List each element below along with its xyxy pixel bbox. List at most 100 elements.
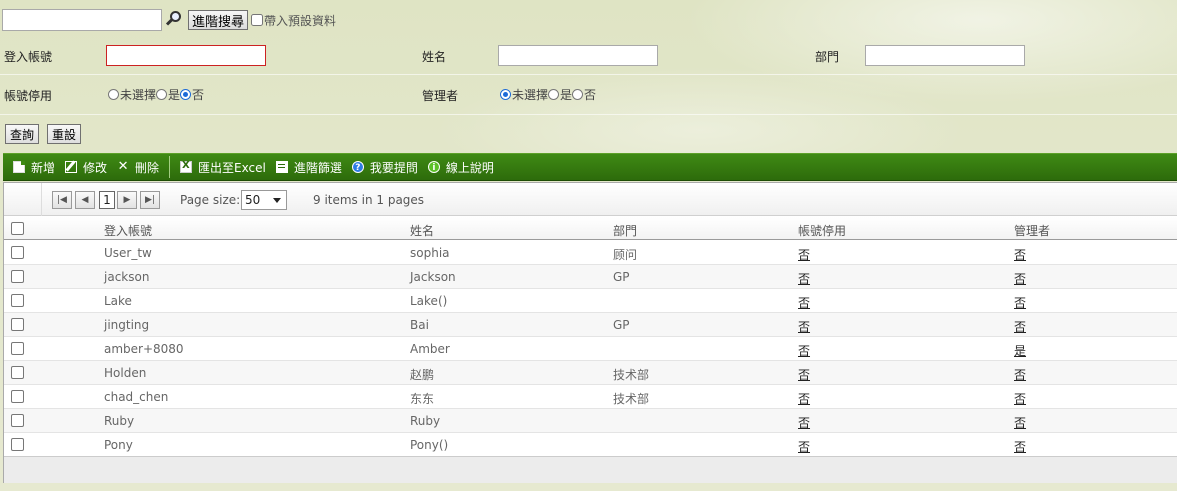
filter-icon	[275, 161, 288, 173]
row-divider	[0, 74, 1177, 75]
ask-question-label: 我要提問	[369, 160, 418, 175]
cell-disabled[interactable]: 否	[798, 246, 810, 263]
cell-admin[interactable]: 否	[1014, 270, 1026, 287]
export-excel-button[interactable]: 匯出至Excel	[180, 159, 266, 176]
row-divider	[0, 114, 1177, 115]
cell-admin[interactable]: 是	[1014, 342, 1026, 359]
cell-account: amber+8080	[104, 342, 184, 356]
first-page-button[interactable]: |◀	[52, 191, 72, 209]
cell-disabled[interactable]: 否	[798, 414, 810, 431]
department-field[interactable]	[865, 45, 1025, 66]
reset-button[interactable]: 重設	[47, 124, 82, 144]
account-disabled-radio-group: 未選擇 是 否	[108, 86, 204, 103]
cell-admin[interactable]: 否	[1014, 318, 1026, 335]
online-help-button[interactable]: i 線上說明	[427, 159, 494, 176]
name-label: 姓名	[422, 50, 447, 64]
account-disabled-radio-yes[interactable]	[156, 89, 168, 100]
table-row[interactable]: User_tw sophia 顾问 否 否	[4, 241, 1177, 265]
include-defaults-checkbox[interactable]	[251, 14, 264, 26]
cell-disabled[interactable]: 否	[798, 390, 810, 407]
row-checkbox[interactable]	[11, 246, 24, 259]
select-all-checkbox[interactable]	[11, 222, 24, 235]
current-page-number[interactable]: 1	[99, 191, 115, 209]
toolbar-separator	[169, 156, 171, 178]
column-header-name[interactable]: 姓名	[410, 222, 434, 239]
edit-button[interactable]: 修改	[65, 159, 107, 176]
cell-name: 赵鹏	[410, 368, 435, 382]
admin-radio-unselected[interactable]	[500, 89, 511, 100]
cell-admin[interactable]: 否	[1014, 294, 1026, 311]
cell-disabled[interactable]: 否	[798, 318, 810, 335]
search-input[interactable]	[2, 9, 162, 31]
radio-label: 否	[584, 88, 597, 102]
cell-disabled[interactable]: 否	[798, 342, 810, 359]
row-checkbox[interactable]	[11, 390, 24, 403]
row-checkbox[interactable]	[11, 438, 24, 451]
row-checkbox[interactable]	[11, 318, 24, 331]
advanced-filter-button[interactable]: 進階篩選	[275, 159, 342, 176]
advanced-search-button[interactable]: 進階搜尋	[188, 10, 249, 30]
login-account-field[interactable]	[106, 45, 266, 66]
cell-disabled[interactable]: 否	[798, 438, 810, 455]
table-row[interactable]: chad_chen 东东 技术部 否 否	[4, 385, 1177, 409]
admin-label: 管理者	[422, 89, 459, 103]
cell-admin[interactable]: 否	[1014, 414, 1026, 431]
last-page-button[interactable]: ▶|	[140, 191, 160, 209]
row-checkbox[interactable]	[11, 294, 24, 307]
admin-radio-no[interactable]	[572, 89, 584, 100]
edit-pencil-icon	[65, 161, 78, 173]
prev-page-button[interactable]: ◀	[75, 191, 95, 209]
cell-admin[interactable]: 否	[1014, 246, 1026, 263]
excel-icon	[180, 160, 193, 173]
column-header-account[interactable]: 登入帳號	[104, 222, 152, 239]
cell-name: 东东	[410, 392, 435, 406]
next-page-button[interactable]: ▶	[117, 191, 137, 209]
cell-account: jingting	[104, 318, 150, 332]
export-excel-label: 匯出至Excel	[198, 160, 266, 175]
name-field[interactable]	[498, 45, 658, 66]
question-icon: ?	[351, 161, 364, 173]
row-checkbox[interactable]	[11, 342, 24, 355]
cell-account: Ruby	[104, 414, 135, 428]
row-checkbox[interactable]	[11, 414, 24, 427]
table-row[interactable]: Holden 赵鹏 技术部 否 否	[4, 361, 1177, 385]
account-disabled-radio-unselected[interactable]	[108, 89, 119, 100]
cell-admin[interactable]: 否	[1014, 366, 1026, 383]
table-row[interactable]: amber+8080 Amber 否 是	[4, 337, 1177, 361]
pager-summary: 9 items in 1 pages	[313, 193, 425, 207]
query-button[interactable]: 查詢	[5, 124, 40, 144]
table-row[interactable]: Pony Pony() 否 否	[4, 433, 1177, 457]
column-header-disabled[interactable]: 帳號停用	[798, 222, 846, 239]
include-defaults-checkbox-wrap[interactable]: 帶入預設資料	[251, 12, 336, 29]
account-disabled-radio-no[interactable]	[180, 89, 192, 100]
search-icon[interactable]	[165, 10, 186, 30]
table-row[interactable]: Lake Lake() 否 否	[4, 289, 1177, 313]
radio-label: 未選擇	[120, 88, 157, 102]
cell-admin[interactable]: 否	[1014, 390, 1026, 407]
cell-dept: 技术部	[613, 392, 650, 406]
cell-disabled[interactable]: 否	[798, 294, 810, 311]
radio-label: 是	[168, 88, 181, 102]
quick-search-bar: 進階搜尋 帶入預設資料	[2, 9, 336, 31]
row-checkbox[interactable]	[11, 366, 24, 379]
cell-disabled[interactable]: 否	[798, 270, 810, 287]
cell-disabled[interactable]: 否	[798, 366, 810, 383]
grid-toolbar: 新增 修改 ✕ 刪除 匯出至Excel 進階篩選 ? 我要提問 i 線上說明	[3, 153, 1177, 181]
info-icon: i	[427, 161, 440, 173]
page-size-select[interactable]: 50	[241, 190, 287, 210]
row-checkbox[interactable]	[11, 270, 24, 283]
column-header-department[interactable]: 部門	[613, 222, 637, 239]
online-help-label: 線上說明	[445, 160, 494, 175]
cell-admin[interactable]: 否	[1014, 438, 1026, 455]
delete-button[interactable]: ✕ 刪除	[117, 159, 159, 176]
table-row[interactable]: jackson Jackson GP 否 否	[4, 265, 1177, 289]
new-button[interactable]: 新增	[13, 159, 55, 176]
ask-question-button[interactable]: ? 我要提問	[351, 159, 418, 176]
column-header-admin[interactable]: 管理者	[1014, 222, 1050, 239]
cell-name: Lake()	[410, 294, 448, 308]
admin-radio-yes[interactable]	[548, 89, 560, 100]
table-row[interactable]: Ruby Ruby 否 否	[4, 409, 1177, 433]
table-row[interactable]: jingting Bai GP 否 否	[4, 313, 1177, 337]
new-document-icon	[13, 161, 25, 173]
cell-account: jackson	[104, 270, 150, 284]
